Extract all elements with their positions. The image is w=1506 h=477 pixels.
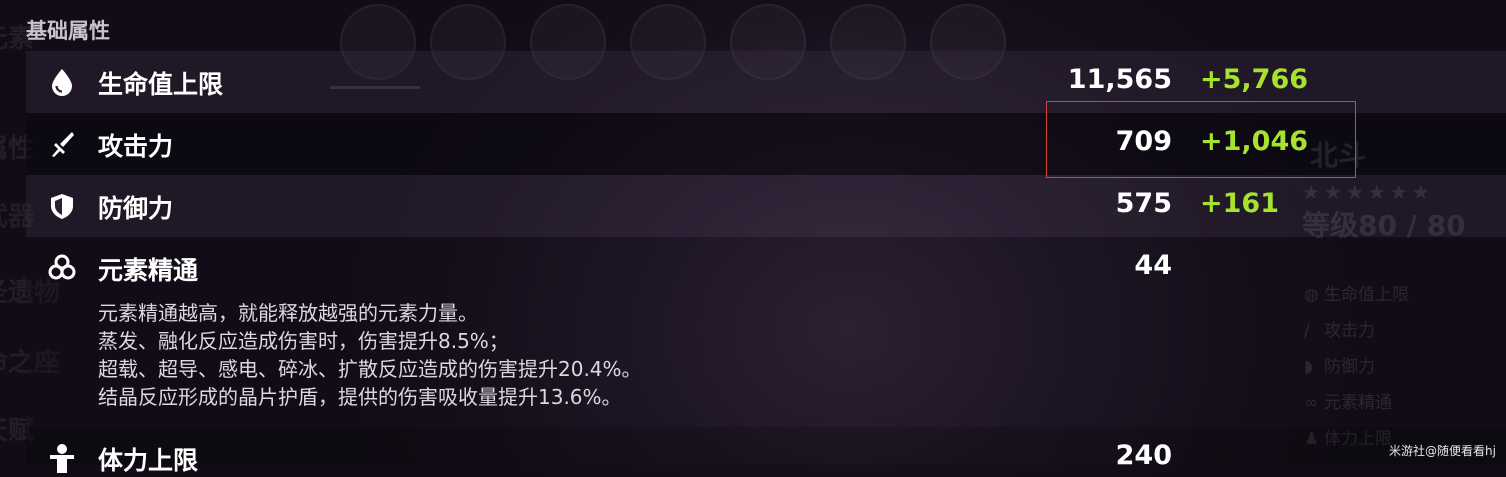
- droplet-icon: [52, 69, 72, 96]
- stat-row-stamina: 体力上限 240: [26, 427, 1506, 475]
- stat-bonus-value: +5,766: [1200, 64, 1309, 95]
- stat-description: 元素精通越高，就能释放越强的元素力量。 蒸发、融化反应造成伤害时，伤害提升8.5…: [98, 299, 642, 411]
- stat-base-value: 240: [1115, 440, 1172, 471]
- description-line: 超载、超导、感电、碎冰、扩散反应造成的伤害提升20.4%。: [98, 357, 642, 381]
- section-title: 基础属性: [26, 19, 110, 43]
- stat-label: 攻击力: [98, 132, 174, 161]
- highlight-annotation-box: [1046, 101, 1356, 178]
- stat-row-def: 防御力 575 +161: [26, 175, 1506, 237]
- stat-base-value: 575: [1115, 188, 1172, 219]
- stat-label: 生命值上限: [98, 70, 224, 99]
- stat-base-value: 11,565: [1067, 64, 1172, 95]
- stamina-icon: [50, 444, 74, 473]
- stat-bonus-value: +161: [1200, 188, 1279, 219]
- stat-row-elemental-mastery[interactable]: 元素精通 44 元素精通越高，就能释放越强的元素力量。 蒸发、融化反应造成伤害时…: [26, 237, 1506, 427]
- sword-icon: [52, 132, 74, 157]
- stat-base-value: 44: [1134, 250, 1172, 281]
- description-line: 蒸发、融化反应造成伤害时，伤害提升8.5%；: [98, 329, 509, 353]
- stat-label: 元素精通: [98, 256, 199, 285]
- shield-icon: [51, 194, 73, 219]
- elemental-mastery-icon: [48, 254, 76, 280]
- description-line: 元素精通越高，就能释放越强的元素力量。: [98, 301, 478, 325]
- stat-label: 防御力: [98, 194, 174, 223]
- stat-label: 体力上限: [98, 446, 199, 475]
- description-line: 结晶反应形成的晶片护盾，提供的伤害吸收量提升13.6%。: [98, 385, 622, 409]
- watermark: 米游社@随便看看hj: [1389, 444, 1496, 458]
